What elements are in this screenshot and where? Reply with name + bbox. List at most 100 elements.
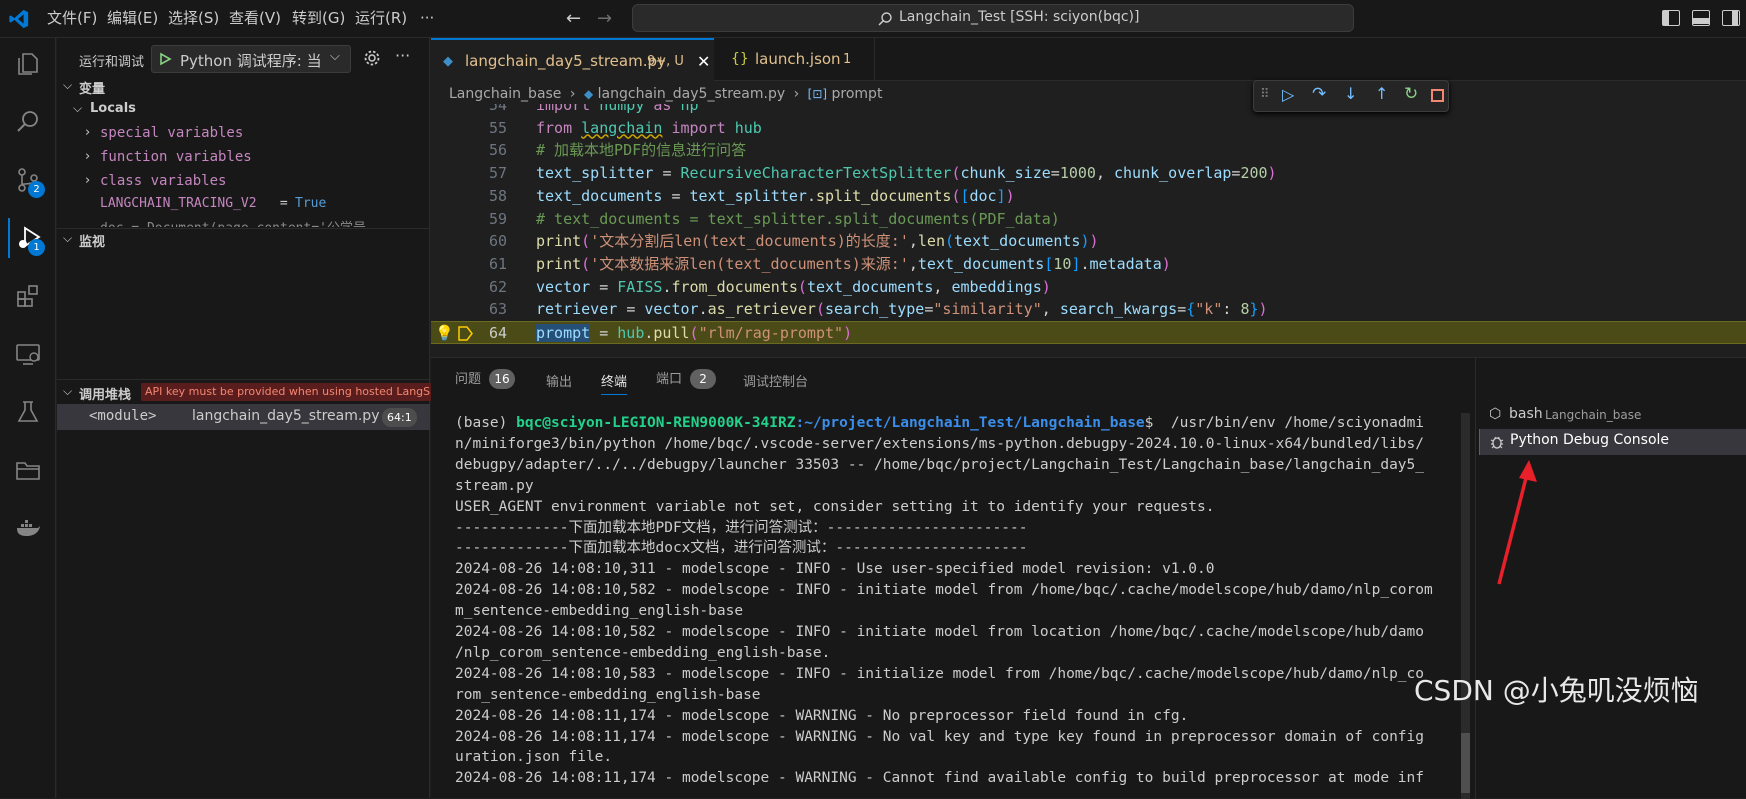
gear-icon[interactable] xyxy=(363,49,381,67)
tree-item-class-variables[interactable]: › class variables xyxy=(57,170,430,194)
run-debug-icon[interactable]: 1 xyxy=(8,218,48,258)
prompt-env: (base) xyxy=(455,415,517,431)
code-text: import numpy as np xyxy=(536,104,699,114)
terminal-line: m_sentence-embedding_english-base xyxy=(455,603,744,620)
toggle-panel-icon[interactable] xyxy=(1692,10,1710,26)
extensions-icon[interactable] xyxy=(8,276,48,316)
restart-icon[interactable]: ↻ xyxy=(1404,84,1418,104)
code-line: 54 import numpy as np xyxy=(431,104,1746,117)
tab-status: 9+, U xyxy=(647,54,684,69)
panel-tab-problems[interactable]: 问题 16 xyxy=(455,368,516,389)
stack-frame-row[interactable]: <module> langchain_day5_stream.py 64:1 xyxy=(57,404,430,430)
breadcrumb-file[interactable]: langchain_day5_stream.py xyxy=(598,86,785,102)
start-debugging-icon[interactable] xyxy=(158,52,172,66)
terminal-output[interactable]: (base) bqc@sciyon-LEGION-REN9000K-34IRZ:… xyxy=(431,413,1457,799)
terminal-line: 2024-08-26 14:08:10,311 - modelscope - I… xyxy=(455,561,1215,578)
forward-arrow-icon[interactable]: → xyxy=(597,8,612,29)
run-debug-sidebar: 运行和调试 Python 调试程序: 当 ⌵ ··· ⌵ 变量 ⌵ Locals… xyxy=(57,38,459,798)
variables-section-header[interactable]: ⌵ 变量 xyxy=(57,76,430,98)
panel-tab-terminal[interactable]: 终端 xyxy=(601,371,628,395)
explorer-icon[interactable] xyxy=(8,44,48,84)
variable-row-partial[interactable]: doc = Document(page_content='公学号 xyxy=(57,217,430,227)
terminal-line: -------------下面加载本地PDF文档，进行问答测试：--------… xyxy=(455,519,1028,536)
step-out-icon[interactable]: ↑ xyxy=(1375,84,1388,103)
command-center-search[interactable]: Langchain_Test [SSH: sciyon(bqc)] xyxy=(632,4,1354,32)
line-number: 61 xyxy=(488,254,507,273)
variable-row[interactable]: LANGCHAIN_TRACING_V2 = True xyxy=(57,194,430,216)
terminal-list-divider xyxy=(1475,358,1476,799)
menu-selection[interactable]: 选择(S) xyxy=(166,0,221,38)
terminal-line: 2024-08-26 14:08:11,174 - modelscope - W… xyxy=(455,770,1425,787)
code-text: print('文本数据来源len(text_documents)来源:',tex… xyxy=(536,254,1171,273)
terminal-line: /nlp_corom_sentence-embedding_english-ba… xyxy=(455,644,831,661)
debug-config-dropdown[interactable]: Python 调试程序: 当 ⌵ xyxy=(151,45,351,73)
stop-icon[interactable] xyxy=(1431,89,1444,102)
tree-item-function-variables[interactable]: › function variables xyxy=(57,146,430,170)
watch-section-header[interactable]: ⌵ 监视 xyxy=(57,229,430,251)
toggle-secondary-sidebar-icon[interactable] xyxy=(1722,10,1740,26)
terminal-icon: ⬡ xyxy=(1489,406,1502,422)
menu-go[interactable]: 转到(G) xyxy=(290,0,347,38)
red-arrow-annotation xyxy=(1497,460,1537,585)
terminal-line: 2024-08-26 14:08:10,582 - modelscope - I… xyxy=(455,624,1425,640)
testing-icon[interactable] xyxy=(8,392,48,432)
step-into-icon[interactable]: ↓ xyxy=(1344,84,1357,103)
source-control-icon[interactable]: 2 xyxy=(8,160,48,200)
panel-tab-output[interactable]: 输出 xyxy=(546,371,572,390)
panel-tab-ports[interactable]: 端口 2 xyxy=(656,368,717,389)
remote-explorer-icon[interactable] xyxy=(8,334,48,374)
code-view[interactable]: 54 import numpy as np 55 from langchain … xyxy=(431,104,1746,356)
callstack-title: 调用堆栈 xyxy=(79,388,132,403)
line-number: 60 xyxy=(488,232,507,251)
terminal-name: bash xyxy=(1509,406,1543,422)
code-line: 57 text_splitter = RecursiveCharacterTex… xyxy=(431,162,1746,185)
line-number: 64 xyxy=(488,324,507,342)
terminal-line: 2024-08-26 14:08:11,174 - modelscope - W… xyxy=(455,728,1425,745)
terminal-line: 2024-08-26 14:08:10,583 - modelscope - I… xyxy=(455,665,1425,682)
code-line: 61 print('文本数据来源len(text_documents)来源:',… xyxy=(431,253,1746,276)
code-text: # 加载本地PDF的信息进行问答 xyxy=(536,141,747,160)
panel-tab-debug-console[interactable]: 调试控制台 xyxy=(743,371,808,390)
tree-item-label: function variables xyxy=(100,149,252,165)
tree-item-special-variables[interactable]: › special variables xyxy=(57,122,430,146)
code-text: print('文本分割后len(text_documents)的长度:',len… xyxy=(536,232,1099,251)
problems-count-badge: 16 xyxy=(489,369,516,389)
line-number: 58 xyxy=(488,186,507,205)
locals-title: Locals xyxy=(90,101,136,116)
watch-title: 监视 xyxy=(79,235,106,250)
terminal-list-item-python-debug[interactable]: Python Debug Console xyxy=(1479,429,1746,455)
step-over-icon[interactable]: ↷ xyxy=(1312,84,1326,104)
back-arrow-icon[interactable]: ← xyxy=(566,8,581,29)
chevron-right-icon: › xyxy=(85,125,91,140)
menu-more[interactable]: ··· xyxy=(418,0,436,38)
continue-icon[interactable]: ▷ xyxy=(1282,85,1294,104)
close-icon[interactable]: ✕ xyxy=(697,40,710,83)
menu-view[interactable]: 查看(V) xyxy=(227,0,283,38)
toggle-sidebar-icon[interactable] xyxy=(1662,10,1680,26)
menu-edit[interactable]: 编辑(E) xyxy=(105,0,160,38)
python-file-icon: ◆ xyxy=(583,87,594,101)
code-text: # text_documents = text_splitter.split_d… xyxy=(536,209,1060,228)
docker-icon[interactable] xyxy=(8,508,48,548)
terminal-scrollbar[interactable] xyxy=(1461,413,1470,799)
code-line: 56 # 加载本地PDF的信息进行问答 xyxy=(431,139,1746,162)
tab-launch-json[interactable]: {} launch.json 1 xyxy=(715,38,875,81)
tab-langchain-day5-stream[interactable]: ◆ langchain_day5_stream.py 9+, U ✕ xyxy=(431,38,714,81)
terminal-line: -------------下面加载本地docx文档，进行问答测试：-------… xyxy=(455,540,1028,557)
breadcrumb-folder[interactable]: Langchain_base xyxy=(449,86,561,102)
menu-file[interactable]: 文件(F) xyxy=(45,0,99,38)
code-text: from langchain import hub xyxy=(536,118,762,137)
exception-badge: API key must be provided when using host… xyxy=(141,383,459,401)
menu-run[interactable]: 运行(R) xyxy=(353,0,409,38)
chevron-down-icon: ⌵ xyxy=(330,49,340,64)
search-icon[interactable] xyxy=(8,102,48,142)
locals-scope[interactable]: ⌵ Locals xyxy=(57,98,430,122)
debug-config-label: Python 调试程序: 当 xyxy=(180,52,322,70)
folder-icon[interactable] xyxy=(8,450,48,490)
more-actions-icon[interactable]: ··· xyxy=(395,46,410,65)
breadcrumb-symbol[interactable]: prompt xyxy=(832,86,883,102)
drag-handle-icon[interactable]: ⠿ xyxy=(1260,87,1270,102)
bottom-panel: 问题 16 输出 终端 端口 2 调试控制台 (base) bqc@sciyon-L… xyxy=(431,357,1746,799)
terminal-list-item-bash[interactable]: ⬡ bash Langchain_base xyxy=(1479,403,1746,429)
callstack-section-header[interactable]: ⌵ 调用堆栈 API key must be provided when usi… xyxy=(57,380,459,404)
